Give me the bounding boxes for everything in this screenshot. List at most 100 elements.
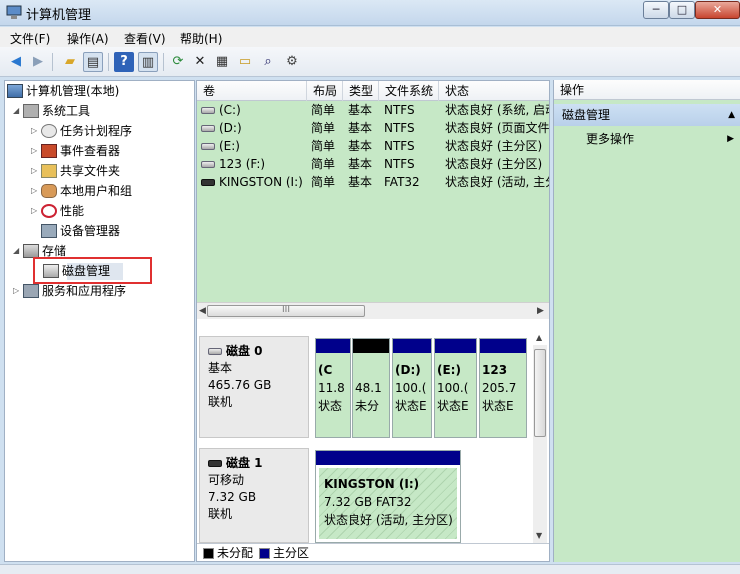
horizontal-scrollbar[interactable]: ◀ III ▶ <box>197 302 549 319</box>
users-icon <box>41 183 57 198</box>
settings-icon[interactable]: ⚙ <box>282 52 302 72</box>
menu-view[interactable]: 查看(V) <box>124 30 166 47</box>
title-bar: 计算机管理 ─ □ ✕ <box>0 0 740 26</box>
expand-arrow-icon[interactable]: ▷ <box>31 122 41 140</box>
collapse-up-icon[interactable]: ▲ <box>728 104 735 126</box>
disk-view-scrollbar[interactable]: ▲ ▼ <box>533 333 547 543</box>
computer-management-icon <box>6 5 22 19</box>
forward-icon[interactable]: ▶ <box>28 52 48 72</box>
drive-icon <box>201 143 215 150</box>
partition-f[interactable]: 123 205.7 状态E <box>479 338 527 438</box>
scrollbar-thumb[interactable]: III <box>207 305 365 317</box>
maximize-button[interactable]: □ <box>669 1 695 19</box>
partition-unallocated[interactable]: 48.1 未分 <box>352 338 390 438</box>
col-volume[interactable]: 卷 <box>197 81 307 101</box>
table-row[interactable]: (D:) 简单 基本 NTFS 状态良好 (页面文件 <box>197 119 549 137</box>
scroll-down-icon[interactable]: ▼ <box>536 531 542 540</box>
up-folder-icon[interactable]: ▰ <box>60 52 80 72</box>
close-button[interactable]: ✕ <box>695 1 740 19</box>
disk-graphical-view: 磁盘 0 基本 465.76 GB 联机 (C 11.8 状态 48.1 未分 (D:… <box>197 328 549 543</box>
volume-list: (C:) 简单 基本 NTFS 状态良好 (系统, 启动 (D:) 简单 基本 … <box>197 101 549 302</box>
expand-arrow-icon[interactable]: ▷ <box>31 142 41 160</box>
storage-icon <box>23 243 39 258</box>
toolbar: ◀ ▶ ▰ ▤ ? ▥ ⟳ ✕ ▦ ▭ ⌕ ⚙ <box>0 47 740 77</box>
collapse-arrow-icon[interactable]: ◢ <box>13 242 23 260</box>
menu-file[interactable]: 文件(F) <box>10 30 50 47</box>
computer-icon <box>7 83 23 98</box>
device-manager-icon <box>41 223 57 238</box>
disk-1-label[interactable]: 磁盘 1 可移动 7.32 GB 联机 <box>199 448 309 543</box>
tree-performance[interactable]: ▷ 性能 <box>31 202 84 220</box>
scroll-right-icon[interactable]: ▶ <box>537 306 544 316</box>
expand-arrow-icon[interactable]: ▷ <box>13 282 23 300</box>
scroll-left-icon[interactable]: ◀ <box>199 306 206 316</box>
table-row[interactable]: 123 (F:) 简单 基本 NTFS 状态良好 (主分区) <box>197 155 549 173</box>
navigation-tree: 计算机管理(本地) ◢ 系统工具 ▷ 任务计划程序 ▷ 事件查看器 ▷ 共享文件夹 ▷ 本… <box>4 80 195 562</box>
disk-management-pane: 卷 布局 类型 文件系统 状态 (C:) 简单 基本 NTFS 状态良好 (系统… <box>196 80 550 562</box>
expand-arrow-icon[interactable]: ▷ <box>31 202 41 220</box>
table-row[interactable]: (C:) 简单 基本 NTFS 状态良好 (系统, 启动 <box>197 101 549 119</box>
status-bar <box>0 564 740 574</box>
legend-unallocated: 未分配 <box>203 546 253 560</box>
volume-list-header: 卷 布局 类型 文件系统 状态 <box>197 81 549 101</box>
refresh-icon[interactable]: ⟳ <box>168 52 188 72</box>
help-icon[interactable]: ? <box>114 52 134 72</box>
col-status[interactable]: 状态 <box>439 81 549 101</box>
window-title: 计算机管理 <box>26 8 92 23</box>
scrollbar-thumb[interactable] <box>534 349 546 437</box>
tree-task-scheduler[interactable]: ▷ 任务计划程序 <box>31 122 132 140</box>
collapse-arrow-icon[interactable]: ◢ <box>13 102 23 120</box>
col-type[interactable]: 类型 <box>343 81 379 101</box>
clock-icon <box>41 123 57 138</box>
drive-icon <box>201 161 215 168</box>
shared-folder-icon <box>41 163 57 178</box>
back-icon[interactable]: ◀ <box>6 52 26 72</box>
minimize-button[interactable]: ─ <box>643 1 669 19</box>
tree-system-tools[interactable]: ◢ 系统工具 <box>13 102 90 120</box>
red-highlight-box <box>33 257 152 284</box>
actions-header: 操作 <box>554 80 740 100</box>
more-actions[interactable]: 更多操作 ▶ <box>586 130 736 148</box>
actions-pane: 操作 磁盘管理 ▲ 更多操作 ▶ <box>553 80 740 562</box>
partition-kingston[interactable]: KINGSTON (I:) 7.32 GB FAT32 状态良好 (活动, 主分区) <box>315 450 461 543</box>
tree-services[interactable]: ▷ 服务和应用程序 <box>13 282 126 300</box>
legend: 未分配 主分区 <box>197 543 549 561</box>
tree-event-viewer[interactable]: ▷ 事件查看器 <box>31 142 120 160</box>
show-action-pane-icon[interactable]: ▥ <box>138 52 158 72</box>
partition-c[interactable]: (C 11.8 状态 <box>315 338 351 438</box>
legend-primary: 主分区 <box>259 546 309 560</box>
tree-root[interactable]: 计算机管理(本地) <box>7 82 119 100</box>
disk-0-label[interactable]: 磁盘 0 基本 465.76 GB 联机 <box>199 336 309 438</box>
tools-icon <box>23 103 39 118</box>
removable-disk-icon <box>208 460 222 467</box>
partition-e[interactable]: (E:) 100.(状态E <box>434 338 477 438</box>
show-tree-icon[interactable]: ▤ <box>83 52 103 72</box>
delete-icon[interactable]: ✕ <box>190 52 210 72</box>
event-viewer-icon <box>41 143 57 158</box>
menu-help[interactable]: 帮助(H) <box>180 30 222 47</box>
usb-drive-icon <box>201 179 215 186</box>
tree-shared-folders[interactable]: ▷ 共享文件夹 <box>31 162 120 180</box>
search-icon[interactable]: ⌕ <box>258 52 278 72</box>
open-icon[interactable]: ▭ <box>235 52 255 72</box>
actions-section-disk-management[interactable]: 磁盘管理 ▲ <box>554 104 740 126</box>
col-layout[interactable]: 布局 <box>307 81 343 101</box>
drive-icon <box>201 125 215 132</box>
partition-d[interactable]: (D:) 100.(状态E <box>392 338 432 438</box>
drive-icon <box>201 107 215 114</box>
chevron-right-icon: ▶ <box>727 134 734 144</box>
hard-disk-icon <box>208 348 222 355</box>
tree-device-manager[interactable]: 设备管理器 <box>41 222 120 240</box>
expand-arrow-icon[interactable]: ▷ <box>31 162 41 180</box>
tree-local-users[interactable]: ▷ 本地用户和组 <box>31 182 132 200</box>
table-row[interactable]: (E:) 简单 基本 NTFS 状态良好 (主分区) <box>197 137 549 155</box>
col-filesystem[interactable]: 文件系统 <box>379 81 439 101</box>
services-icon <box>23 283 39 298</box>
menu-action[interactable]: 操作(A) <box>67 30 109 47</box>
properties-icon[interactable]: ▦ <box>212 52 232 72</box>
menu-bar: 文件(F) 操作(A) 查看(V) 帮助(H) <box>0 27 740 47</box>
scroll-up-icon[interactable]: ▲ <box>536 333 542 342</box>
expand-arrow-icon[interactable]: ▷ <box>31 182 41 200</box>
table-row[interactable]: KINGSTON (I:) 简单 基本 FAT32 状态良好 (活动, 主分 <box>197 173 549 191</box>
performance-icon <box>41 203 57 218</box>
